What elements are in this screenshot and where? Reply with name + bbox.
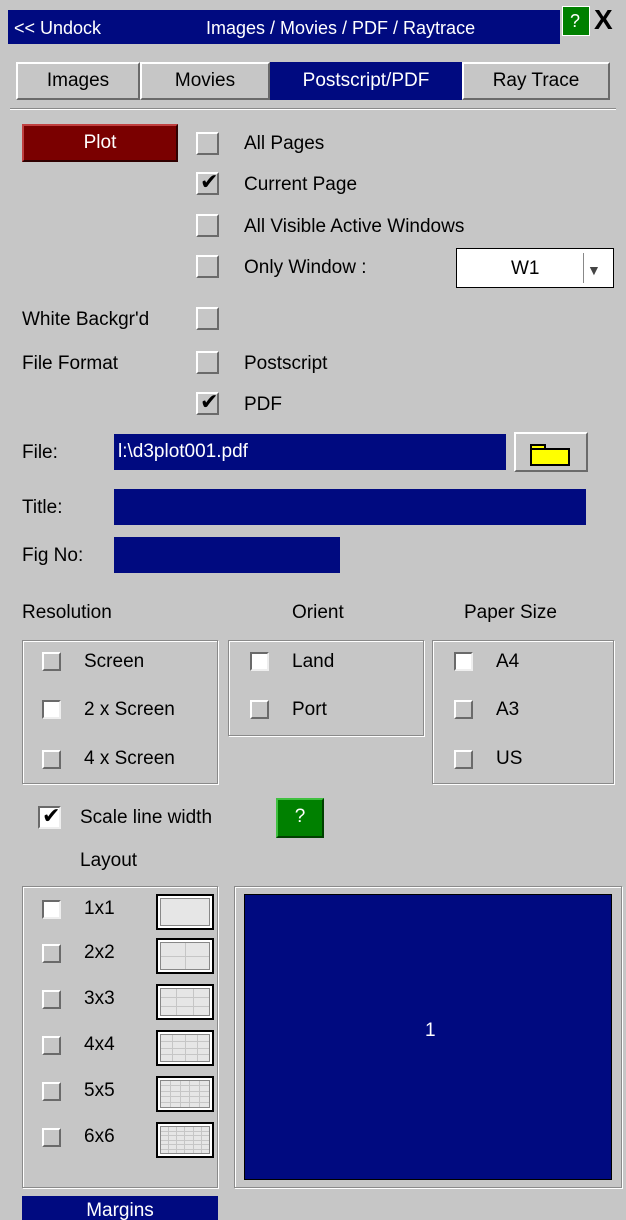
resolution-screen-label: Screen	[84, 651, 145, 672]
tab-ray-trace-label: Ray Trace	[492, 70, 580, 91]
figno-label: Fig No:	[22, 545, 84, 566]
only-window-checkbox[interactable]	[196, 255, 219, 278]
select-divider	[583, 253, 584, 283]
dropdown-arrow-icon: ▼	[587, 262, 601, 278]
white-background-checkbox[interactable]	[196, 307, 219, 330]
resolution-header: Resolution	[22, 602, 112, 623]
all-pages-checkbox[interactable]	[196, 132, 219, 155]
plot-label: Plot	[83, 132, 117, 153]
scale-help-button[interactable]: ?	[276, 798, 324, 838]
close-button[interactable]: X	[592, 4, 620, 36]
layout-3x3-icon[interactable]	[156, 984, 214, 1020]
orient-header: Orient	[292, 602, 344, 623]
layout-4x4-icon[interactable]	[156, 1030, 214, 1066]
layout-1x1-label: 1x1	[84, 898, 115, 919]
current-page-checkbox[interactable]: ✔	[196, 169, 219, 195]
layout-4x4-label: 4x4	[84, 1034, 115, 1055]
layout-4x4-checkbox[interactable]	[42, 1036, 61, 1055]
layout-header: Layout	[80, 850, 138, 871]
margins-label: Margins	[86, 1200, 154, 1220]
layout-2x2-label: 2x2	[84, 942, 115, 963]
layout-2x2-checkbox[interactable]	[42, 944, 61, 963]
scale-line-width-checkbox[interactable]: ✔	[38, 803, 61, 829]
paper-a3-checkbox[interactable]	[454, 700, 473, 719]
all-visible-label: All Visible Active Windows	[244, 216, 465, 237]
tab-separator	[10, 108, 616, 110]
title-input[interactable]	[114, 489, 586, 525]
paper-us-checkbox[interactable]	[454, 750, 473, 769]
current-page-label: Current Page	[244, 174, 358, 195]
layout-3x3-checkbox[interactable]	[42, 990, 61, 1009]
figno-input[interactable]	[114, 537, 340, 573]
window-title: Images / Movies / PDF / Raytrace	[206, 18, 476, 38]
layout-6x6-label: 6x6	[84, 1126, 115, 1147]
layout-6x6-checkbox[interactable]	[42, 1128, 61, 1147]
orient-port-checkbox[interactable]	[250, 700, 269, 719]
title-help-icon: ?	[570, 11, 581, 31]
title-label: Title:	[22, 497, 63, 518]
resolution-screen-checkbox[interactable]	[42, 652, 61, 671]
check-icon: ✔	[42, 803, 61, 828]
tab-images-label: Images	[46, 70, 110, 91]
layout-1x1-checkbox[interactable]	[42, 900, 61, 919]
pdf-label: PDF	[244, 394, 282, 415]
paper-a4-label: A4	[496, 651, 520, 672]
all-visible-checkbox[interactable]	[196, 214, 219, 237]
layout-6x6-icon[interactable]	[156, 1122, 214, 1158]
layout-2x2-icon[interactable]	[156, 938, 214, 974]
postscript-checkbox[interactable]	[196, 351, 219, 374]
check-icon: ✔	[200, 389, 219, 414]
tab-movies[interactable]: Movies	[140, 62, 270, 100]
resolution-2x-checkbox[interactable]	[42, 700, 61, 719]
tab-postscript-pdf-label: Postscript/PDF	[302, 70, 430, 91]
tab-images[interactable]: Images	[16, 62, 140, 100]
paper-us-label: US	[496, 748, 523, 769]
undock-label: << Undock	[14, 18, 102, 38]
help-icon: ?	[294, 806, 306, 827]
orient-land-label: Land	[292, 651, 335, 672]
tab-postscript-pdf[interactable]: Postscript/PDF	[270, 62, 462, 100]
layout-5x5-checkbox[interactable]	[42, 1082, 61, 1101]
resolution-2x-label: 2 x Screen	[84, 699, 175, 720]
tab-movies-label: Movies	[174, 70, 236, 91]
file-format-label: File Format	[22, 353, 119, 374]
pdf-checkbox[interactable]: ✔	[196, 389, 219, 415]
plot-button[interactable]: Plot	[22, 124, 178, 162]
layout-5x5-label: 5x5	[84, 1080, 115, 1101]
paper-a3-label: A3	[496, 699, 520, 720]
file-label: File:	[22, 442, 58, 463]
window-select[interactable]: W1 ▼	[456, 248, 614, 288]
resolution-4x-checkbox[interactable]	[42, 750, 61, 769]
layout-preview[interactable]: 1	[244, 894, 612, 1180]
title-bar: << Undock Images / Movies / PDF / Raytra…	[0, 0, 626, 52]
folder-icon	[530, 444, 570, 466]
orient-port-label: Port	[292, 699, 327, 720]
check-icon: ✔	[200, 169, 219, 194]
layout-preview-number: 1	[425, 1020, 436, 1041]
only-window-label: Only Window :	[244, 257, 367, 278]
tab-ray-trace[interactable]: Ray Trace	[462, 62, 610, 100]
window-select-value: W1	[511, 258, 540, 279]
layout-3x3-label: 3x3	[84, 988, 115, 1009]
layout-1x1-icon[interactable]	[156, 894, 214, 930]
postscript-label: Postscript	[244, 353, 328, 374]
all-pages-label: All Pages	[244, 133, 325, 154]
title-help-button[interactable]: ?	[562, 6, 590, 36]
white-background-label: White Backgr'd	[22, 309, 150, 330]
file-input-value: l:\d3plot001.pdf	[118, 441, 248, 462]
file-input[interactable]: l:\d3plot001.pdf	[114, 434, 506, 470]
folder-body	[530, 448, 570, 466]
orient-land-checkbox[interactable]	[250, 652, 269, 671]
scale-line-width-label: Scale line width	[80, 807, 213, 828]
margins-button[interactable]: Margins	[22, 1196, 218, 1220]
resolution-4x-label: 4 x Screen	[84, 748, 175, 769]
layout-5x5-icon[interactable]	[156, 1076, 214, 1112]
paper-a4-checkbox[interactable]	[454, 652, 473, 671]
paper-size-header: Paper Size	[464, 602, 557, 623]
close-icon: X	[594, 4, 613, 35]
undock-button[interactable]: << Undock	[8, 10, 150, 44]
window-title-bar: Images / Movies / PDF / Raytrace	[150, 10, 560, 44]
browse-folder-button[interactable]	[514, 432, 588, 472]
